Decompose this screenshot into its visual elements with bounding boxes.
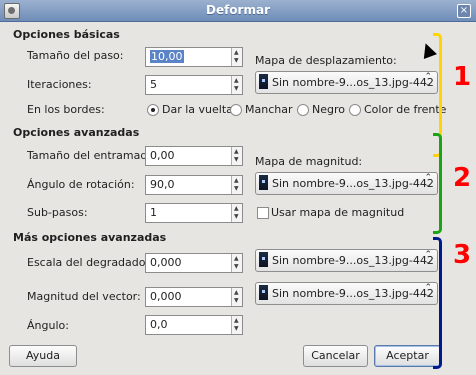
rotation-spin[interactable]: 90,0 ▲ ▼ — [145, 175, 243, 195]
displacement-map-combo[interactable]: Sin nombre-9...os_13.jpg-442 ⌃ ⌄ — [255, 71, 438, 94]
annotation-number-3: 3 — [453, 240, 472, 270]
deform-dialog: Deformar × Opciones básicas Tamaño del p… — [0, 0, 476, 375]
gradient-scale-spin[interactable]: 0,000 ▲ ▼ — [145, 253, 243, 273]
magnitude-map-value: Sin nombre-9...os_13.jpg-442 — [272, 177, 434, 190]
radio-smear-icon[interactable] — [230, 104, 242, 116]
mesh-size-value: 0,00 — [150, 149, 175, 162]
vector-map-combo[interactable]: Sin nombre-9...os_13.jpg-442 ⌃ ⌄ — [255, 282, 438, 305]
radio-foreground-icon[interactable] — [349, 104, 361, 116]
radio-black-label[interactable]: Negro — [312, 103, 345, 116]
radio-black-icon[interactable] — [297, 104, 309, 116]
section-basic-options: Opciones básicas — [13, 28, 120, 41]
iterations-spin[interactable]: 5 ▲ ▼ — [145, 75, 243, 95]
annotation-bracket-3 — [433, 237, 442, 369]
vector-magnitude-spin[interactable]: 0,000 ▲ ▼ — [145, 287, 243, 307]
section-advanced-options: Opciones avanzadas — [13, 126, 140, 139]
mesh-size-label: Tamaño del entramado: — [27, 149, 158, 162]
mesh-size-spin[interactable]: 0,00 ▲ ▼ — [145, 146, 243, 166]
use-magnitude-checkbox[interactable] — [257, 207, 269, 219]
radio-wrap-label[interactable]: Dar la vuelta — [162, 103, 233, 116]
vector-map-value: Sin nombre-9...os_13.jpg-442 — [272, 287, 434, 300]
iterations-value: 5 — [150, 78, 157, 91]
rotation-label: Ángulo de rotación: — [27, 178, 135, 191]
angle-spin[interactable]: 0,0 ▲ ▼ — [145, 315, 243, 335]
edges-label: En los bordes: — [27, 103, 105, 116]
combo-arrows-icon: ⌃ ⌄ — [424, 283, 432, 300]
combo-arrows-icon: ⌃ ⌄ — [424, 250, 432, 267]
close-icon[interactable]: × — [457, 4, 471, 18]
magnitude-map-combo[interactable]: Sin nombre-9...os_13.jpg-442 ⌃ ⌄ — [255, 172, 438, 195]
angle-value: 0,0 — [150, 318, 168, 331]
angle-label: Ángulo: — [27, 319, 69, 332]
vector-magnitude-value: 0,000 — [150, 290, 182, 303]
section-more-options: Más opciones avanzadas — [13, 231, 167, 244]
help-button[interactable]: Ayuda — [9, 345, 77, 367]
image-thumbnail-icon — [259, 74, 268, 89]
magnitude-map-label: Mapa de magnitud: — [255, 155, 363, 168]
cancel-button[interactable]: Cancelar — [303, 345, 368, 367]
annotation-number-1: 1 — [453, 62, 472, 92]
spin-arrows-icon[interactable]: ▲ ▼ — [231, 76, 242, 94]
radio-wrap-icon[interactable] — [147, 104, 159, 116]
spin-arrows-icon[interactable]: ▲ ▼ — [231, 316, 242, 334]
gradient-map-combo[interactable]: Sin nombre-9...os_13.jpg-442 ⌃ ⌄ — [255, 249, 438, 272]
annotation-bracket-2 — [433, 133, 442, 234]
radio-smear-label[interactable]: Manchar — [245, 103, 293, 116]
window-title: Deformar — [205, 3, 270, 17]
step-size-spin[interactable]: 10,00 ▲ ▼ — [145, 47, 243, 67]
gradient-map-value: Sin nombre-9...os_13.jpg-442 — [272, 254, 434, 267]
spin-arrows-icon[interactable]: ▲ ▼ — [231, 147, 242, 165]
spin-arrows-icon[interactable]: ▲ ▼ — [231, 204, 242, 222]
rotation-value: 90,0 — [150, 178, 175, 191]
gradient-scale-value: 0,000 — [150, 256, 182, 269]
spin-arrows-icon[interactable]: ▲ ▼ — [231, 176, 242, 194]
vector-magnitude-label: Magnitud del vector: — [27, 290, 141, 303]
substeps-value: 1 — [150, 206, 157, 219]
step-size-label: Tamaño del paso: — [27, 49, 124, 62]
titlebar: Deformar × — [0, 0, 476, 22]
displacement-map-label: Mapa de desplazamiento: — [255, 54, 397, 67]
substeps-spin[interactable]: 1 ▲ ▼ — [145, 203, 243, 223]
step-size-value: 10,00 — [150, 50, 184, 63]
combo-arrows-icon: ⌃ ⌄ — [424, 72, 432, 89]
use-magnitude-label[interactable]: Usar mapa de magnitud — [271, 206, 404, 219]
image-thumbnail-icon — [259, 285, 268, 300]
displacement-map-value: Sin nombre-9...os_13.jpg-442 — [272, 76, 434, 89]
spin-arrows-icon[interactable]: ▲ ▼ — [231, 288, 242, 306]
image-thumbnail-icon — [259, 252, 268, 267]
spin-arrows-icon[interactable]: ▲ ▼ — [231, 254, 242, 272]
image-thumbnail-icon — [259, 175, 268, 190]
annotation-number-2: 2 — [453, 163, 472, 193]
gradient-scale-label: Escala del degradado: — [27, 256, 150, 269]
substeps-label: Sub-pasos: — [27, 206, 88, 219]
iterations-label: Iteraciones: — [27, 78, 92, 91]
spin-arrows-icon[interactable]: ▲ ▼ — [231, 48, 242, 66]
ok-button[interactable]: Aceptar — [374, 345, 441, 367]
combo-arrows-icon: ⌃ ⌄ — [424, 173, 432, 190]
